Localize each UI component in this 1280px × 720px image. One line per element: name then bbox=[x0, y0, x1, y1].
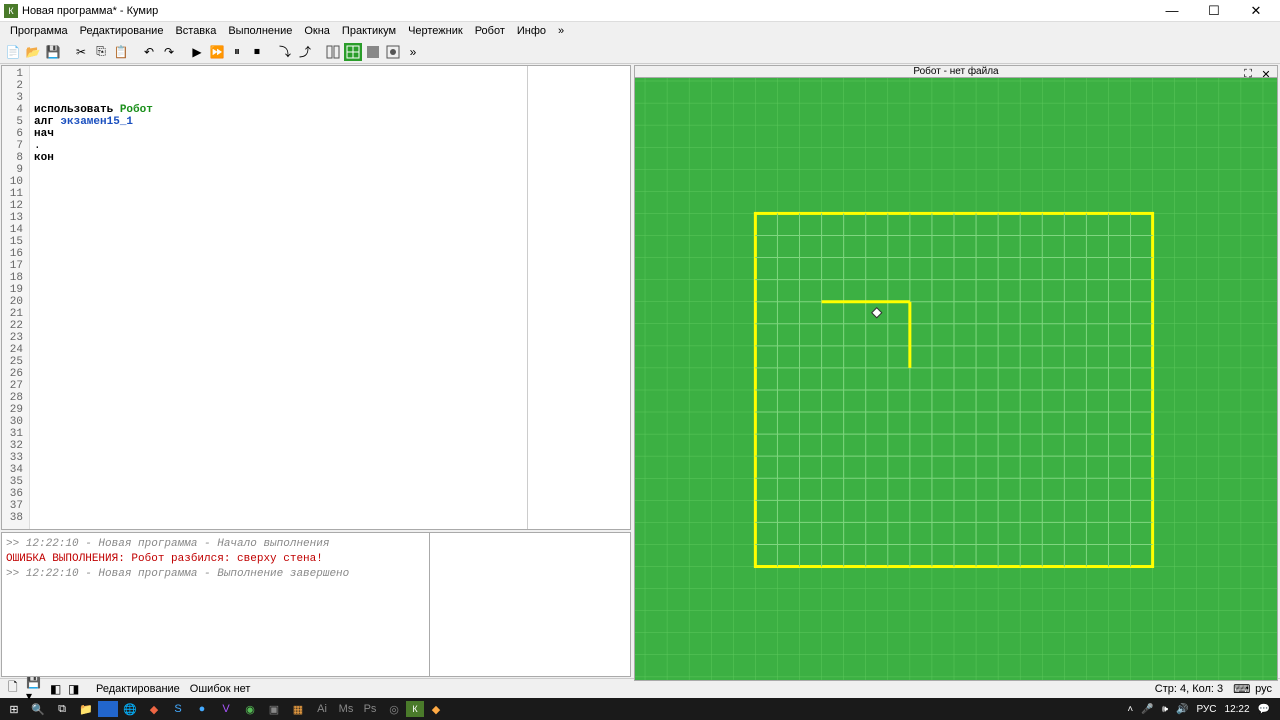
task-app11[interactable]: ◆ bbox=[424, 699, 448, 719]
start-button[interactable]: ⊞ bbox=[2, 699, 26, 719]
status-errors: Ошибок нет bbox=[190, 683, 251, 695]
statusbar: 🗋 💾▾ ◧ ◨ Редактирование Ошибок нет Стр: … bbox=[0, 678, 1280, 698]
editor-content[interactable]: использовать Роботалг экзамен15_1нач.кон bbox=[30, 66, 630, 529]
tray-mic-icon[interactable]: 🎤 bbox=[1141, 704, 1153, 715]
titlebar: К Новая программа* - Кумир — ☐ ✕ bbox=[0, 0, 1280, 22]
layout3-icon[interactable] bbox=[364, 43, 382, 61]
status-keyboard-icon[interactable]: ⌨ bbox=[1233, 682, 1251, 696]
stop-icon[interactable]: ⏹ bbox=[248, 43, 266, 61]
menu-робот[interactable]: Робот bbox=[469, 23, 511, 39]
console: >> 12:22:10 - Новая программа - Начало в… bbox=[1, 532, 631, 677]
toolbar: 📄 📂 💾 ✂ ⎘ 📋 ↶ ↷ ▶ ⏩ ⏸ ⏹ ⤵ ⤴ » bbox=[0, 40, 1280, 64]
undo-icon[interactable]: ↶ bbox=[140, 43, 158, 61]
menu-выполнение[interactable]: Выполнение bbox=[222, 23, 298, 39]
tray-notifications-icon[interactable]: 💬 bbox=[1258, 704, 1270, 715]
menu-окна[interactable]: Окна bbox=[298, 23, 336, 39]
task-viber[interactable]: V bbox=[214, 699, 238, 719]
window-title: Новая программа* - Кумир bbox=[22, 5, 1160, 17]
task-app3[interactable]: ● bbox=[190, 699, 214, 719]
menu-программа[interactable]: Программа bbox=[4, 23, 74, 39]
layout4-icon[interactable] bbox=[384, 43, 402, 61]
tray-time[interactable]: 12:22 bbox=[1225, 704, 1250, 715]
new-file-icon[interactable]: 📄 bbox=[4, 43, 22, 61]
copy-icon[interactable]: ⎘ bbox=[92, 43, 110, 61]
line-gutter: 1234567891011121314151617181920212223242… bbox=[2, 66, 30, 529]
task-app5[interactable]: ▣ bbox=[262, 699, 286, 719]
menu-инфо[interactable]: Инфо bbox=[511, 23, 552, 39]
more-icon[interactable]: » bbox=[404, 43, 422, 61]
menubar: ПрограммаРедактированиеВставкаВыполнение… bbox=[0, 22, 1280, 40]
menu-вставка[interactable]: Вставка bbox=[169, 23, 222, 39]
step-over-icon[interactable]: ⤴ bbox=[296, 43, 314, 61]
search-icon[interactable]: 🔍 bbox=[26, 699, 50, 719]
cut-icon[interactable]: ✂ bbox=[72, 43, 90, 61]
task-app6[interactable]: ▦ bbox=[286, 699, 310, 719]
explorer-icon[interactable]: 📁 bbox=[74, 699, 98, 719]
status-icon4[interactable]: ◨ bbox=[68, 682, 86, 696]
maximize-button[interactable]: ☐ bbox=[1202, 3, 1226, 19]
menu-редактирование[interactable]: Редактирование bbox=[74, 23, 170, 39]
status-icon1[interactable]: 🗋 bbox=[8, 678, 26, 699]
run-icon[interactable]: ▶ bbox=[188, 43, 206, 61]
menu-практикум[interactable]: Практикум bbox=[336, 23, 402, 39]
margin-line bbox=[527, 66, 528, 529]
save-file-icon[interactable]: 💾 bbox=[44, 43, 62, 61]
task-app9[interactable]: Ps bbox=[358, 699, 382, 719]
status-icon3[interactable]: ◧ bbox=[50, 682, 68, 696]
step-icon[interactable]: ⤵ bbox=[276, 43, 294, 61]
task-skype[interactable]: S bbox=[166, 699, 190, 719]
tray-volume-icon[interactable]: 🔊 bbox=[1176, 704, 1188, 715]
robot-field[interactable] bbox=[634, 78, 1278, 681]
pause-icon[interactable]: ⏸ bbox=[228, 43, 246, 61]
task-kumir[interactable]: К bbox=[406, 701, 424, 717]
task-app10[interactable]: ◎ bbox=[382, 699, 406, 719]
task-app2[interactable]: ◆ bbox=[142, 699, 166, 719]
layout2-icon[interactable] bbox=[344, 43, 362, 61]
minimize-button[interactable]: — bbox=[1160, 3, 1184, 19]
app-icon: К bbox=[4, 4, 18, 18]
console-right-pane bbox=[430, 533, 630, 676]
menu-чертежник[interactable]: Чертежник bbox=[402, 23, 469, 39]
console-output: >> 12:22:10 - Новая программа - Начало в… bbox=[2, 533, 430, 676]
open-file-icon[interactable]: 📂 bbox=[24, 43, 42, 61]
tray-lang[interactable]: РУС bbox=[1196, 704, 1216, 715]
code-editor[interactable]: 1234567891011121314151617181920212223242… bbox=[1, 65, 631, 530]
redo-icon[interactable]: ↷ bbox=[160, 43, 178, 61]
run-fast-icon[interactable]: ⏩ bbox=[208, 43, 226, 61]
task-app1[interactable] bbox=[98, 701, 118, 717]
tray-network-icon[interactable]: 🕪 bbox=[1162, 704, 1168, 715]
taskview-icon[interactable]: ⧉ bbox=[50, 699, 74, 719]
task-app7[interactable]: Ai bbox=[310, 699, 334, 719]
task-chrome[interactable]: 🌐 bbox=[118, 699, 142, 719]
menu-»[interactable]: » bbox=[552, 23, 570, 39]
layout1-icon[interactable] bbox=[324, 43, 342, 61]
task-app8[interactable]: Ms bbox=[334, 699, 358, 719]
paste-icon[interactable]: 📋 bbox=[112, 43, 130, 61]
task-app4[interactable]: ◉ bbox=[238, 699, 262, 719]
taskbar: ⊞ 🔍 ⧉ 📁 🌐 ◆ S ● V ◉ ▣ ▦ Ai Ms Ps ◎ К ◆ ˄… bbox=[0, 698, 1280, 720]
status-lang: рус bbox=[1255, 683, 1272, 695]
close-button[interactable]: ✕ bbox=[1244, 3, 1268, 19]
robot-panel-title: Робот - нет файла bbox=[913, 66, 998, 77]
tray-chevron-icon[interactable]: ˄ bbox=[1127, 704, 1133, 715]
status-cursor-pos: Стр: 4, Кол: 3 bbox=[1155, 683, 1223, 695]
robot-panel-header: Робот - нет файла ⛶ ✕ bbox=[634, 65, 1278, 78]
status-mode: Редактирование bbox=[96, 683, 180, 695]
